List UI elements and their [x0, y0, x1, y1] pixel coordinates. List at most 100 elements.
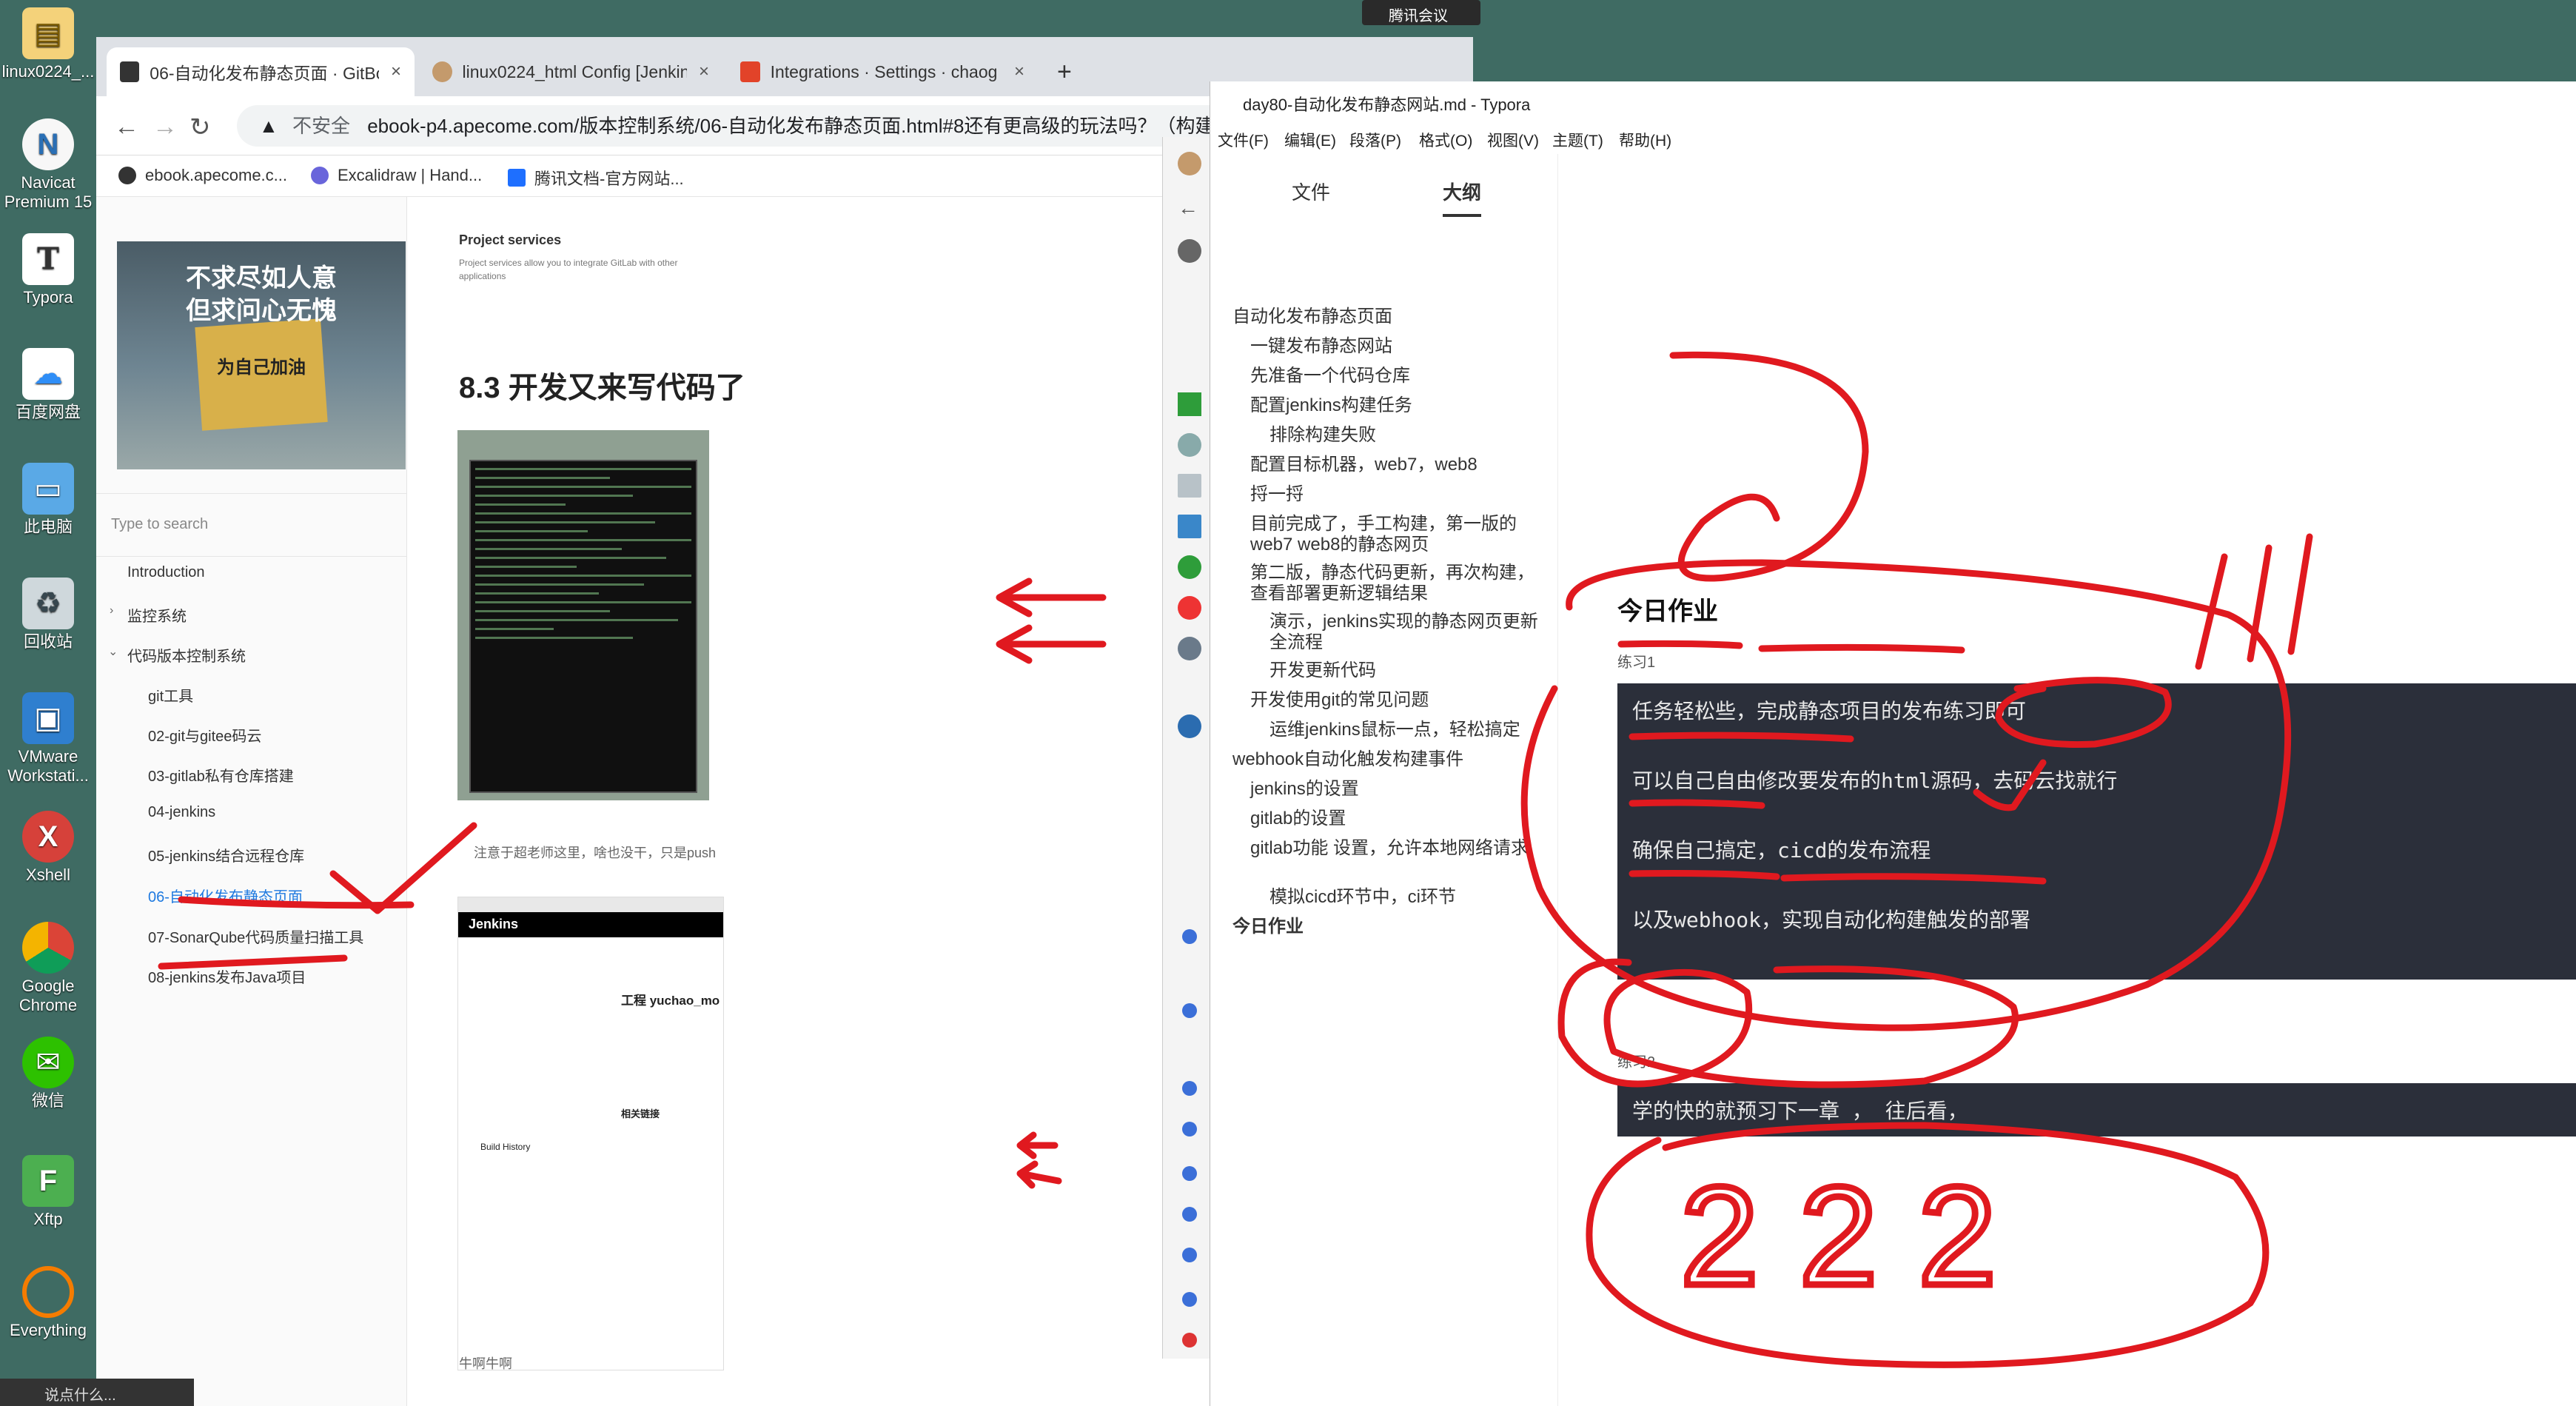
desktop-icon-xftp[interactable]: F Xftp: [0, 1155, 96, 1229]
search-icon[interactable]: [1178, 433, 1201, 457]
outline-item[interactable]: 自动化发布静态页面: [1232, 307, 1392, 327]
nav-jenkins-remote[interactable]: 05-jenkins结合远程仓库: [148, 844, 304, 866]
nav-jenkins-java[interactable]: 08-jenkins发布Java项目: [148, 965, 306, 987]
edit-icon[interactable]: [1178, 474, 1201, 498]
chrome-icon: [22, 922, 74, 974]
outline-item[interactable]: 运维jenkins鼠标一点，轻松搞定: [1269, 720, 1520, 740]
outline-item[interactable]: gitlab功能 设置，允许本地网络请求: [1250, 838, 1546, 859]
footer-text: 牛啊牛啊: [459, 1356, 512, 1371]
close-icon[interactable]: ×: [699, 61, 709, 82]
chevron-right-icon[interactable]: ›: [110, 604, 113, 617]
blue-ball-icon[interactable]: [1178, 714, 1201, 738]
gear-icon[interactable]: [1178, 637, 1201, 660]
status-dot-icon: [1182, 1248, 1197, 1262]
status-dot-icon: [1182, 929, 1197, 944]
outline-item[interactable]: webhook自动化触发构建事件: [1232, 749, 1463, 770]
tab-outline[interactable]: 大纲: [1443, 178, 1482, 217]
nav-sonarqube[interactable]: 07-SonarQube代码质量扫描工具: [148, 925, 363, 947]
bookmark-excalidraw[interactable]: Excalidraw | Hand...: [311, 166, 482, 185]
wechat-icon: ✉: [22, 1037, 74, 1088]
chat-input[interactable]: 说点什么...: [0, 1379, 194, 1406]
code-block[interactable]: 任务轻松些，完成静态项目的发布练习即可 可以自己自由修改要发布的html源码，去…: [1617, 683, 2576, 980]
forward-icon[interactable]: →: [152, 113, 178, 141]
doc-heading: 今日作业: [1617, 597, 1718, 626]
menu-view[interactable]: 视图(V): [1487, 129, 1539, 151]
nav-jenkins[interactable]: 04-jenkins: [148, 804, 215, 821]
warning-icon: ▲: [259, 115, 278, 137]
chevron-down-icon[interactable]: ⌄: [108, 644, 118, 659]
folder-icon[interactable]: [1178, 515, 1201, 538]
outline-item-active[interactable]: 今日作业: [1232, 917, 1304, 937]
nav-auto-publish[interactable]: 06-自动化发布静态页面: [148, 885, 303, 906]
close-icon[interactable]: ×: [391, 61, 401, 82]
close-icon[interactable]: ×: [1014, 61, 1024, 82]
outline-item[interactable]: 演示，jenkins实现的静态网页更新全流程: [1269, 612, 1551, 653]
menu-help[interactable]: 帮助(H): [1619, 129, 1671, 151]
history-icon[interactable]: [1178, 555, 1201, 579]
poster-image: 不求尽如人意 但求问心无愧 为自己加油: [117, 241, 406, 469]
desktop-icon-navicat[interactable]: N Navicat Premium 15: [0, 118, 96, 212]
desktop-icon-recycle-bin[interactable]: ♻ 回收站: [0, 578, 96, 652]
xftp-icon: F: [22, 1155, 74, 1207]
outline-sidebar: 文件 大纲 自动化发布静态页面 一键发布静态网站 先准备一个代码仓库 配置jen…: [1210, 154, 1558, 1406]
back-icon[interactable]: ←: [114, 113, 139, 141]
menu-paragraph[interactable]: 段落(P): [1349, 129, 1401, 151]
code-block[interactable]: 学的快的就预习下一章 ， 往后看，: [1617, 1083, 2576, 1136]
menu-edit[interactable]: 编辑(E): [1284, 129, 1336, 151]
window-title: day80-自动化发布静态网站.md - Typora: [1243, 96, 1531, 114]
menu-file[interactable]: 文件(F): [1218, 129, 1269, 151]
outline-item[interactable]: 捋一捋: [1250, 484, 1304, 505]
outline-item[interactable]: 配置目标机器，web7，web8: [1250, 455, 1477, 475]
nav-git-gitee[interactable]: 02-git与gitee码云: [148, 724, 261, 746]
tab-files[interactable]: 文件: [1292, 178, 1330, 205]
outline-item[interactable]: 开发使用git的常见问题: [1250, 690, 1429, 711]
menu-theme[interactable]: 主题(T): [1552, 129, 1603, 151]
outline-item[interactable]: jenkins的设置: [1250, 779, 1359, 800]
nav-vcs[interactable]: 代码版本控制系统: [127, 644, 246, 666]
desktop-icon-typora[interactable]: T Typora: [0, 233, 96, 307]
outline-item[interactable]: 第二版，静态代码更新，再次构建，查看部署更新逻辑结果: [1250, 563, 1546, 604]
desktop-icon-this-pc[interactable]: ▭ 此电脑: [0, 463, 96, 537]
block-icon[interactable]: [1178, 596, 1201, 620]
status-dot-icon: [1182, 1333, 1197, 1348]
desktop-icon-linux0224[interactable]: ▤ linux0224_...: [0, 7, 96, 81]
meeting-indicator[interactable]: 腾讯会议: [1362, 0, 1480, 25]
outline-item[interactable]: 先准备一个代码仓库: [1250, 366, 1410, 386]
search-input[interactable]: Type to search: [96, 493, 407, 557]
up-arrow-icon[interactable]: [1178, 392, 1201, 416]
nav-gitlab[interactable]: 03-gitlab私有仓库搭建: [148, 764, 294, 786]
desktop-icon-wechat[interactable]: ✉ 微信: [0, 1037, 96, 1111]
typora-icon: T: [22, 233, 74, 285]
editor[interactable]: 今日作业 练习1 任务轻松些，完成静态项目的发布练习即可 可以自己自由修改要发布…: [1558, 154, 2576, 1406]
desktop-icon-xshell[interactable]: X Xshell: [0, 811, 96, 885]
tab-gitlab[interactable]: Integrations · Settings · chaog ×: [727, 47, 1038, 96]
vmware-icon: ▣: [22, 692, 74, 744]
outline-item[interactable]: 配置jenkins构建任务: [1250, 395, 1412, 416]
desktop-icon-baidu-netdisk[interactable]: ☁ 百度网盘: [0, 348, 96, 422]
excalidraw-icon: [311, 167, 329, 184]
outline-item[interactable]: 模拟cicd环节中，ci环节: [1269, 887, 1456, 908]
desktop-icon-everything[interactable]: Everything: [0, 1266, 96, 1340]
jenkins-screenshot: Jenkins 工程 yuchao_mo Build History 相关链接: [457, 897, 724, 1370]
outline-item[interactable]: 目前完成了，手工构建，第一版的web7 web8的静态网页: [1250, 514, 1546, 555]
reload-icon[interactable]: ↻: [189, 113, 211, 142]
outline-item[interactable]: 排除构建失败: [1269, 425, 1376, 446]
bookmark-ebook[interactable]: ebook.apecome.c...: [118, 166, 287, 185]
outline-item[interactable]: 开发更新代码: [1269, 660, 1376, 681]
outline-item[interactable]: gitlab的设置: [1250, 809, 1346, 829]
desktop-icon-vmware[interactable]: ▣ VMware Workstati...: [0, 692, 96, 786]
back-icon[interactable]: ←: [1178, 196, 1198, 220]
recycle-bin-icon: ♻: [22, 578, 74, 629]
nav-introduction[interactable]: Introduction: [127, 564, 205, 581]
outline-item[interactable]: 一键发布静态网站: [1250, 336, 1392, 357]
globe-icon[interactable]: [1178, 239, 1201, 263]
new-tab-button[interactable]: +: [1044, 47, 1085, 96]
bookmark-tencent-docs[interactable]: 腾讯文档-官方网站...: [508, 166, 684, 190]
desktop-icon-chrome[interactable]: Google Chrome: [0, 922, 96, 1015]
tab-gitbook[interactable]: 06-自动化发布静态页面 · GitBo ×: [107, 47, 415, 96]
nav-monitoring[interactable]: 监控系统: [127, 604, 187, 626]
exercise-label: 练习1: [1617, 655, 1656, 671]
menu-format[interactable]: 格式(O): [1419, 129, 1472, 151]
nav-git-tool[interactable]: git工具: [148, 684, 193, 706]
tab-jenkins[interactable]: linux0224_html Config [Jenkin ×: [419, 47, 722, 96]
